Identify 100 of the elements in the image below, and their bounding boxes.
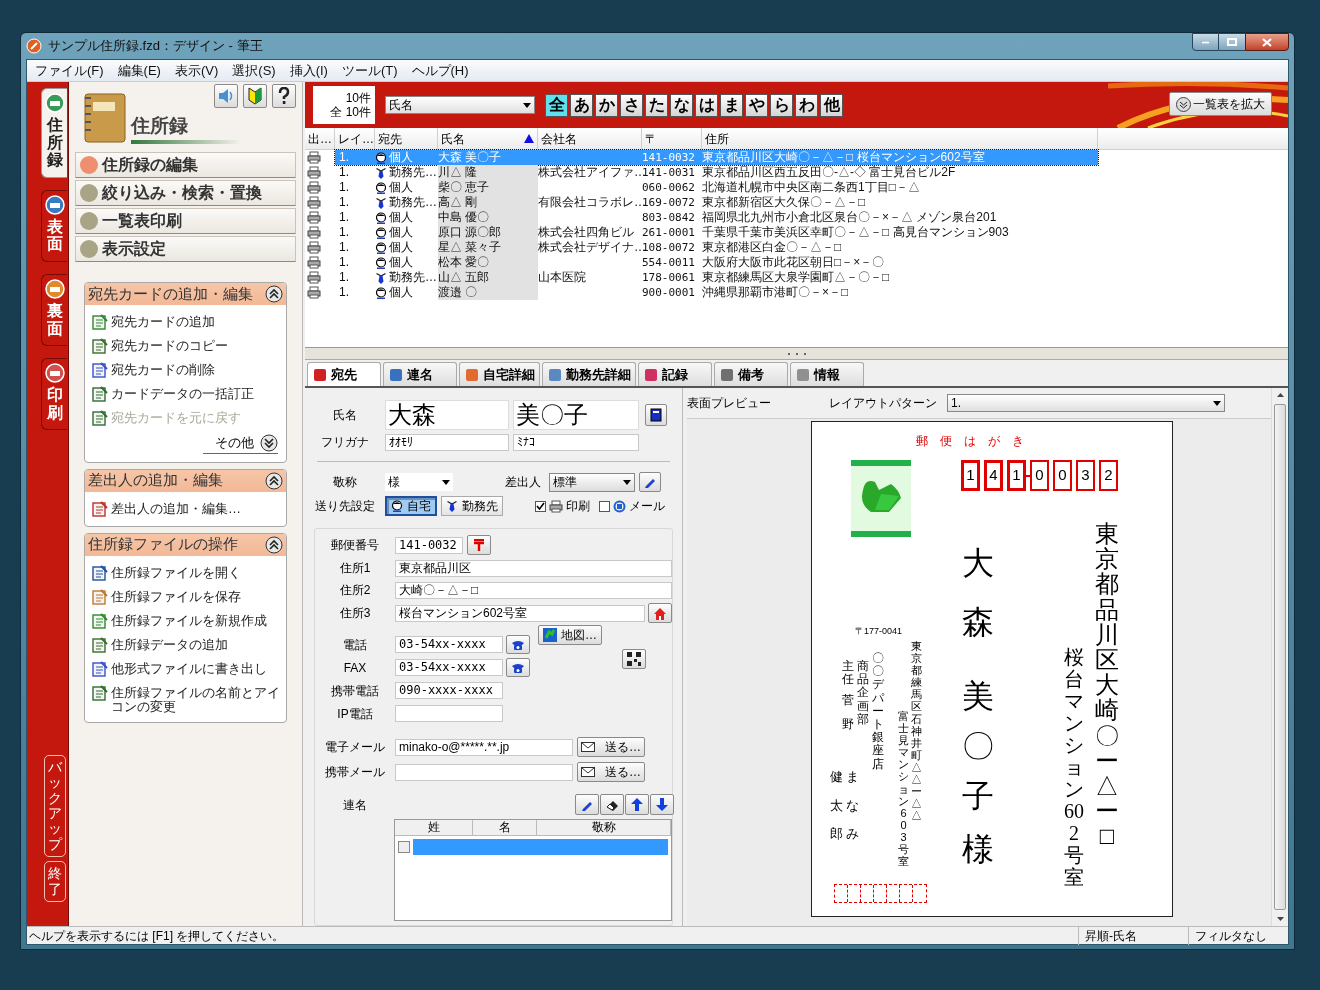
expand-icon[interactable] xyxy=(260,433,278,452)
mode-tab[interactable]: 裏面 xyxy=(41,273,67,347)
collapse-icon[interactable] xyxy=(265,471,283,490)
mode-tab[interactable]: 印刷 xyxy=(41,358,67,431)
scrollbar[interactable] xyxy=(1271,388,1288,926)
index-button[interactable]: わ xyxy=(795,93,818,117)
text-field[interactable] xyxy=(395,705,503,722)
index-button[interactable]: ら xyxy=(770,93,793,117)
qr-code-button[interactable] xyxy=(622,649,646,669)
text-field[interactable]: 03-54xx-xxxx xyxy=(395,659,503,676)
task-link[interactable]: カードデータの一括訂正 xyxy=(111,385,254,401)
task-link[interactable]: 宛先カードのコピー xyxy=(111,337,228,353)
dial-button[interactable] xyxy=(506,635,530,654)
column-header[interactable]: 名 xyxy=(473,820,537,835)
task-link[interactable]: 住所録ファイルの名前とアイコンの変更 xyxy=(111,683,280,714)
form-tab[interactable]: 情報 xyxy=(790,362,864,386)
form-tab[interactable]: 勤務先詳細 xyxy=(542,362,636,386)
table-row[interactable]: 1. 勤務先…山△ 五郎 山本医院 178-0061 東京都練馬区大泉学園町△－〇－□ xyxy=(335,270,1098,285)
text-field[interactable]: 03-54xx-xxxx xyxy=(395,636,503,653)
menu-item[interactable]: 表示(V) xyxy=(174,60,219,81)
section-header[interactable]: 宛先カードの追加・編集 xyxy=(85,283,286,305)
maximize-button[interactable] xyxy=(1219,33,1245,51)
form-tab[interactable]: 記録 xyxy=(638,362,712,386)
table-row[interactable]: 1. 個人 星△ 菜々子 株式会社デザイナ…108-0072 東京都港区白金〇－△－□ xyxy=(335,240,1098,255)
section-header[interactable]: 住所録ファイルの操作 xyxy=(85,533,286,556)
index-button[interactable]: 全 xyxy=(545,93,568,117)
task-link[interactable]: 住所録ファイルを保存 xyxy=(111,587,241,604)
table-row[interactable]: 1. 個人 渡邉 〇 900-0001 沖縄県那覇市港町〇－×－□ xyxy=(335,285,1098,300)
nav-button[interactable]: 絞り込み・検索・置換 xyxy=(75,180,296,206)
collapse-icon[interactable] xyxy=(265,285,283,303)
menu-item[interactable]: ヘルプ(H) xyxy=(411,60,469,81)
text-field[interactable]: minako-o@*****.**.jp xyxy=(395,738,573,756)
section-header[interactable]: 差出人の追加・編集 xyxy=(85,469,286,492)
sender-select[interactable]: 標準 xyxy=(549,472,635,492)
index-button[interactable]: な xyxy=(670,93,693,117)
last-name-field[interactable]: 大森 xyxy=(385,400,509,430)
nav-button[interactable]: 一覧表印刷 xyxy=(75,208,296,234)
speaker-button[interactable] xyxy=(214,84,238,108)
address-book-button[interactable] xyxy=(645,404,667,426)
task-link[interactable]: 差出人の追加・編集… xyxy=(111,499,241,516)
send-mail-button[interactable]: 送る… xyxy=(577,762,645,782)
side-button[interactable]: 終了 xyxy=(44,861,66,902)
menu-item[interactable]: ファイル(F) xyxy=(35,60,104,81)
edit-button[interactable] xyxy=(575,794,599,815)
side-button[interactable]: バックアップ xyxy=(44,754,66,858)
destination-toggle[interactable]: 勤務先 xyxy=(441,496,503,516)
honorific-select[interactable]: 様 xyxy=(385,473,453,491)
form-tab[interactable]: 宛先 xyxy=(307,362,381,386)
task-link[interactable]: 他形式ファイルに書き出し xyxy=(111,659,267,676)
row-checkbox[interactable] xyxy=(398,841,410,853)
text-field[interactable]: 桜台マンション602号室 xyxy=(395,604,645,622)
menu-item[interactable]: 挿入(I) xyxy=(289,60,328,81)
index-button[interactable]: 他 xyxy=(820,93,843,117)
index-button[interactable]: か xyxy=(595,93,618,117)
text-field[interactable]: 東京都品川区 xyxy=(395,559,672,577)
table-row[interactable]: 1. 個人 中島 優〇 803-0842 福岡県北九州市小倉北区泉台〇－×－△ メゾン泉台201 xyxy=(335,210,1098,225)
help-button[interactable] xyxy=(272,84,296,108)
print-checkbox[interactable] xyxy=(535,500,546,512)
edit-sender-button[interactable] xyxy=(639,472,661,492)
table-row[interactable]: 1. 個人 松本 愛〇 554-0011 大阪府大阪市此花区朝日□－×－〇 xyxy=(335,255,1098,270)
index-button[interactable]: ま xyxy=(720,93,743,117)
sort-field-select[interactable]: 氏名 xyxy=(385,96,535,114)
table-row[interactable]: 1. 個人 柴〇 恵子 060-0062 北海道札幌市中央区南二条西1丁目□－△ xyxy=(335,180,1098,195)
table-row[interactable]: 1. 勤務先…川△ 隆 株式会社アイファ…141-0031 東京都品川区西五反田〇-△-◇ 富士見台ビル2F xyxy=(335,165,1098,180)
task-link[interactable]: 宛先カードの削除 xyxy=(111,361,215,377)
nav-button[interactable]: 住所録の編集 xyxy=(75,152,296,178)
column-header[interactable]: 敬称 xyxy=(537,820,671,835)
table-row[interactable]: 1. 個人 原口 源〇郎 株式会社四角ビル 261-0001 千葉県千葉市美浜区幸町〇－△－□ 高見台マンション903 xyxy=(335,225,1098,240)
more-link[interactable]: その他 xyxy=(203,433,278,454)
eraser-button[interactable] xyxy=(600,794,624,815)
text-field[interactable]: 141-0032 xyxy=(395,536,463,554)
menu-item[interactable]: 編集(E) xyxy=(117,60,161,81)
column-header[interactable]: 姓 xyxy=(395,820,473,835)
table-row[interactable]: 1. 勤務先…高△ 剛 有限会社コラボレ…169-0072 東京都新宿区大久保〇－△－□ xyxy=(335,195,1098,210)
text-field[interactable]: 大崎〇－△－□ xyxy=(395,581,672,599)
text-field[interactable]: 090-xxxx-xxxx xyxy=(395,682,503,699)
dial-button[interactable] xyxy=(506,658,530,677)
task-link[interactable]: 住所録データの追加 xyxy=(111,635,228,652)
expand-list-button[interactable]: 一覧表を拡大 xyxy=(1169,92,1272,116)
map-button[interactable]: 地図… xyxy=(538,625,602,645)
index-button[interactable]: あ xyxy=(570,93,593,117)
task-link[interactable]: 住所録ファイルを新規作成 xyxy=(111,611,267,628)
index-button[interactable]: た xyxy=(645,93,668,117)
move-down-button[interactable] xyxy=(650,794,674,815)
text-field[interactable]: ﾐﾅｺ xyxy=(513,433,639,451)
minimize-button[interactable] xyxy=(1192,33,1219,51)
first-name-field[interactable]: 美〇子 xyxy=(513,400,639,430)
mode-tab[interactable]: 表面 xyxy=(41,189,67,262)
form-tab[interactable]: 自宅詳細 xyxy=(459,362,540,386)
index-button[interactable]: は xyxy=(695,93,718,117)
text-field[interactable]: ｵｵﾓﾘ xyxy=(385,433,509,451)
menu-item[interactable]: ツール(T) xyxy=(341,60,398,81)
mail-checkbox[interactable] xyxy=(599,500,610,512)
text-field[interactable] xyxy=(395,763,573,781)
collapse-icon[interactable] xyxy=(265,535,283,554)
task-link[interactable]: 宛先カードの追加 xyxy=(111,313,215,329)
form-tab[interactable]: 備考 xyxy=(714,362,788,386)
close-button[interactable] xyxy=(1245,33,1289,51)
destination-toggle[interactable]: 自宅 xyxy=(385,496,437,516)
index-button[interactable]: や xyxy=(745,93,768,117)
